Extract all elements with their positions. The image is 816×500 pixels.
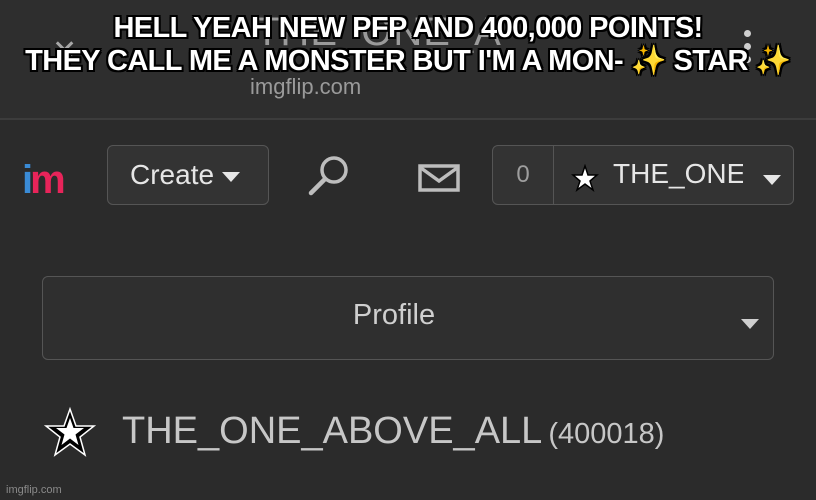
profile-username-text: THE_ONE_ABOVE_ALL — [122, 410, 543, 452]
chevron-down-icon — [763, 175, 781, 185]
header-username: THE_ONE_ABOVE_ALL — [613, 158, 743, 189]
search-icon[interactable] — [306, 152, 352, 198]
profile-dropdown[interactable]: Profile — [42, 276, 774, 360]
meme-caption: HELL YEAH NEW PFP AND 400,000 POINTS! TH… — [0, 12, 816, 78]
notification-count[interactable]: 0 — [493, 146, 554, 204]
imgflip-logo[interactable]: im — [22, 158, 66, 203]
user-menu-button[interactable]: 0 THE_ONE_ABOVE_ALL — [492, 145, 794, 205]
avatar-star-icon — [571, 164, 599, 192]
logo-m: m — [30, 158, 66, 202]
profile-dropdown-label: Profile — [352, 299, 436, 331]
create-label: Create — [130, 159, 215, 190]
chevron-down-icon — [222, 172, 241, 182]
create-button[interactable]: Create — [107, 145, 269, 205]
profile-points: (400018) — [548, 418, 665, 450]
caption-line-1: HELL YEAH NEW PFP AND 400,000 POINTS! — [113, 12, 703, 44]
watermark: imgflip.com — [6, 484, 62, 496]
logo-i: i — [22, 158, 33, 202]
chevron-down-icon — [741, 319, 759, 329]
caption-line-2: THEY CALL ME A MONSTER BUT I'M A MON- ✨ … — [25, 45, 791, 77]
profile-username: THE_ONE_ABOVE_ALL (400018) — [122, 410, 664, 453]
mail-icon[interactable] — [418, 164, 460, 192]
header-divider — [0, 118, 816, 120]
profile-avatar-star-icon — [44, 406, 96, 457]
